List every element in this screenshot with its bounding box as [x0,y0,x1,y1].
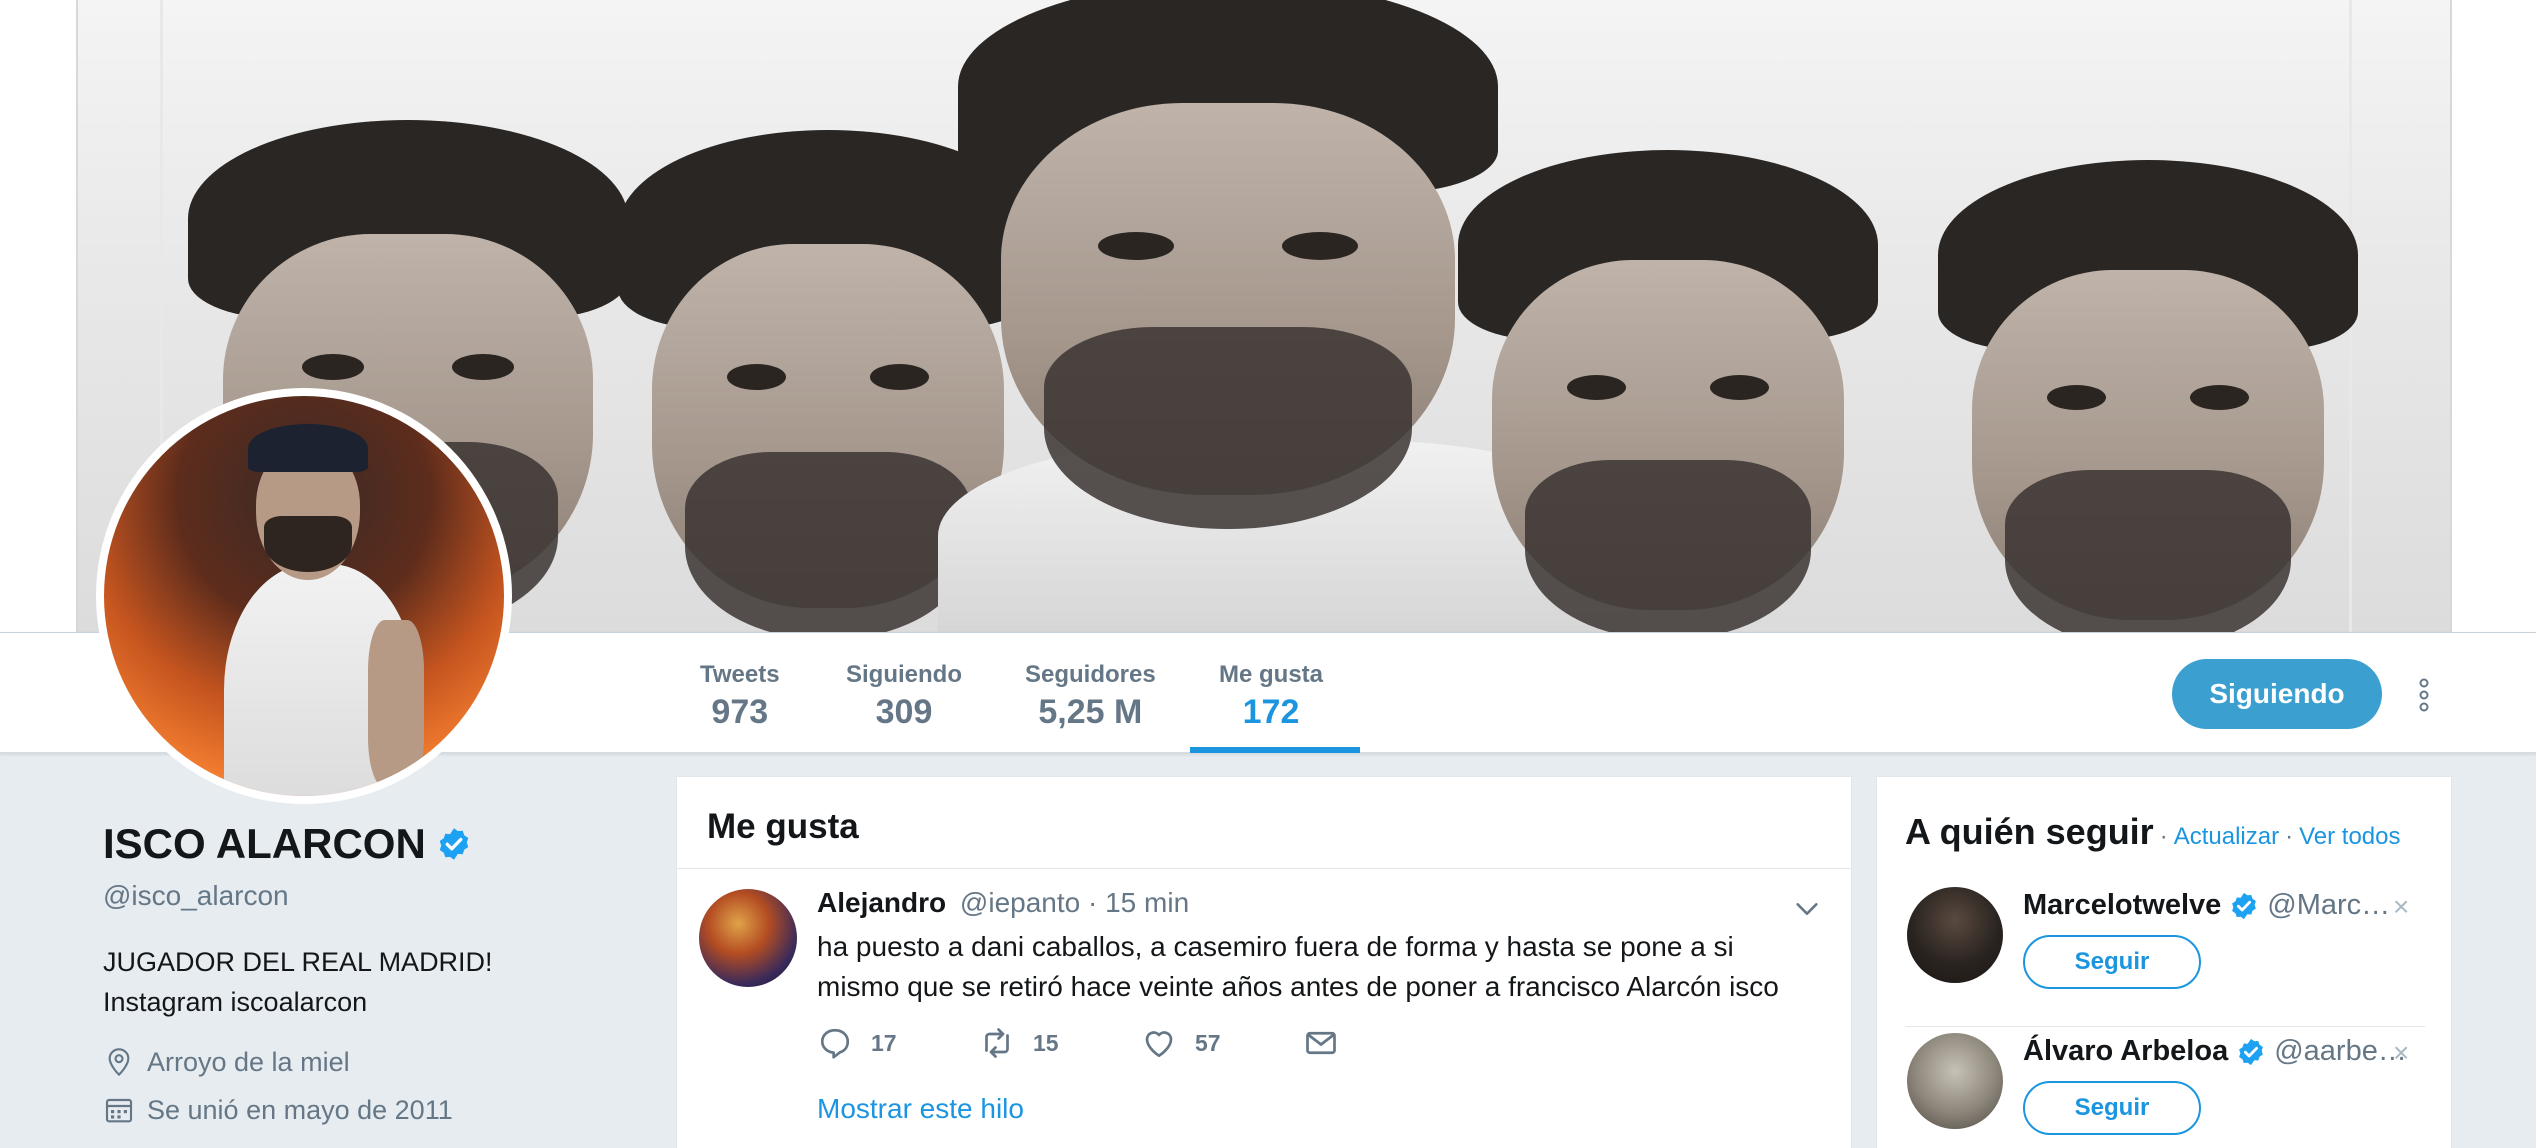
tweet-text-line: mismo que se retiró hace veinte años ant… [817,971,1779,1002]
tweet-timestamp[interactable]: · 15 min [1088,887,1189,918]
stat-followers[interactable]: Seguidores 5,25 M [1025,661,1156,732]
stat-label: Me gusta [1219,661,1324,688]
profile-joined: Se unió en mayo de 2011 [103,1094,643,1126]
suggested-user-name-row: Marcelotwelve @Marc… [2023,889,2390,922]
like-action[interactable]: 57 [1141,1025,1303,1061]
header-face [1938,160,2358,632]
who-to-follow-title: A quién seguir [1905,811,2154,852]
profile-name[interactable]: ISCO ALARCON [103,820,426,868]
dismiss-icon[interactable]: × [2393,1037,2409,1069]
header-face [1458,150,1878,632]
suggested-user-avatar[interactable] [1907,887,2003,983]
suggested-user[interactable]: Marcelotwelve @Marc… × Seguir [1905,887,2425,1027]
tweet[interactable]: Alejandro @iepanto · 15 min ha puesto a … [677,777,1851,1124]
suggested-user-name[interactable]: Marcelotwelve [2023,889,2221,922]
more-options-icon[interactable] [2414,677,2434,713]
tweet-content: Alejandro @iepanto · 15 min ha puesto a … [817,887,1817,1007]
stat-label: Seguidores [1025,661,1156,688]
bio-line: JUGADOR DEL REAL MADRID! [103,947,493,977]
location-pin-icon [108,1048,130,1077]
avatar-photo [104,396,504,796]
dismiss-icon[interactable]: × [2393,891,2409,923]
verified-badge-icon [2232,892,2257,919]
joined-text: Se unió en mayo de 2011 [147,1094,453,1125]
follow-button[interactable]: Seguir [2023,935,2201,989]
separator: · [2285,823,2294,850]
verified-badge-icon [2239,1038,2264,1065]
suggested-user-handle: @Marc… [2267,889,2391,921]
suggested-user-name[interactable]: Álvaro Arbeloa [2023,1035,2228,1068]
retweet-icon [985,1028,1009,1058]
suggested-user-name-row: Álvaro Arbeloa @aarbe… [2023,1035,2407,1068]
tweet-author-handle[interactable]: @iepanto [960,887,1080,918]
who-to-follow-module: A quién seguir · Actualizar · Ver todos … [1876,776,2452,1148]
profile-avatar[interactable] [96,388,512,804]
tweet-text: ha puesto a dani caballos, a casemiro fu… [817,927,1817,1007]
stat-value: 973 [711,693,769,731]
suggested-user[interactable]: Álvaro Arbeloa @aarbe… × Seguir [1905,1033,2425,1148]
bio-line: Instagram iscoalarcon [103,987,368,1017]
profile-bio: JUGADOR DEL REAL MADRID! Instagram iscoa… [103,942,643,1022]
stat-value: 5,25 M [1038,693,1143,731]
suggested-user-handle: @aarbe… [2274,1035,2407,1067]
like-count: 57 [1195,1029,1221,1056]
separator: · [2159,823,2168,850]
direct-message-action[interactable] [1303,1025,1465,1061]
profile-handle[interactable]: @isco_alarcon [103,880,643,912]
stat-tweets[interactable]: Tweets 973 [700,661,780,732]
location-text: Arroyo de la miel [147,1046,350,1077]
stat-likes[interactable]: Me gusta 172 [1219,661,1323,732]
retweet-count: 15 [1033,1029,1059,1056]
stat-label: Tweets [700,661,780,688]
calendar-icon [105,1098,133,1123]
tweet-header: Alejandro @iepanto · 15 min [817,887,1817,919]
profile-location: Arroyo de la miel [103,1046,643,1078]
stat-value: 172 [1242,693,1300,731]
likes-timeline: Me gusta Alejandro @iepanto · 15 min ha … [676,776,1852,1148]
show-thread-link[interactable]: Mostrar este hilo [817,1093,1024,1125]
profile-name-row: ISCO ALARCON [103,820,643,868]
tweet-actions: 17 15 57 [817,1025,1465,1061]
who-to-follow-header: A quién seguir · Actualizar · Ver todos [1877,777,2451,853]
tweet-author-name[interactable]: Alejandro [817,887,946,918]
heart-icon [1145,1031,1173,1058]
following-button[interactable]: Siguiendo [2172,659,2382,729]
reply-icon [820,1028,850,1059]
refresh-link[interactable]: Actualizar [2174,823,2279,851]
chevron-down-icon[interactable] [1793,895,1821,923]
active-tab-indicator [1190,747,1360,753]
tweet-text-line: ha puesto a dani caballos, a casemiro fu… [817,931,1734,962]
follow-button[interactable]: Seguir [2023,1081,2201,1135]
envelope-icon [1306,1031,1336,1055]
retweet-action[interactable]: 15 [979,1025,1141,1061]
stat-value: 309 [875,693,933,731]
stat-following[interactable]: Siguiendo 309 [846,661,962,732]
reply-action[interactable]: 17 [817,1025,979,1061]
see-all-link[interactable]: Ver todos [2299,823,2400,851]
profile-card: ISCO ALARCON @isco_alarcon JUGADOR DEL R… [103,820,643,1126]
verified-badge-icon [439,828,469,860]
header-face [958,0,1498,540]
stat-label: Siguiendo [846,661,962,688]
tweet-author-avatar[interactable] [699,889,797,987]
suggested-user-avatar[interactable] [1907,1033,2003,1129]
reply-count: 17 [871,1029,897,1056]
